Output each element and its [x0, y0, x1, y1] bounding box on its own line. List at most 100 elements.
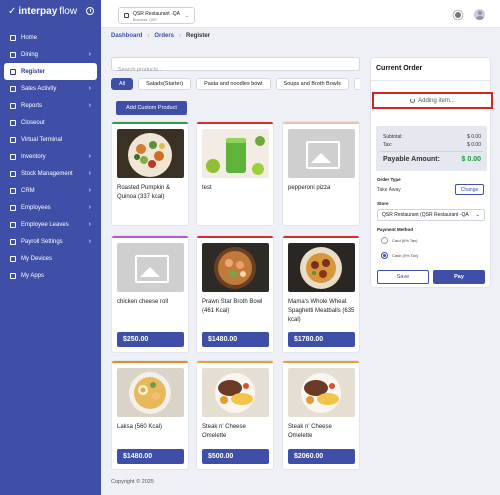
sidebar-item-employee-leaves[interactable]: Employee Leaves › [0, 216, 101, 233]
sidebar: ✓ interpay flow Home Dining › Register Sales… [0, 0, 101, 495]
laksa-photo [117, 368, 184, 417]
green-juice-photo [202, 129, 269, 178]
product-name: chicken cheese roll [117, 299, 169, 305]
pay-button[interactable]: Pay [433, 270, 485, 284]
copyright: Copyright © 2025 [111, 479, 154, 485]
sidebar-item-dining[interactable]: Dining › [0, 46, 101, 63]
devices-icon [10, 255, 16, 262]
product-name: Prawn Star Broth Bowl (461 Kcal) [202, 299, 263, 314]
breadcrumb-separator: › [147, 33, 150, 39]
sidebar-item-payroll-settings[interactable]: Payroll Settings › [0, 233, 101, 250]
product-price: $500.00 [202, 449, 269, 464]
add-custom-product-button[interactable]: Add Custom Product [116, 101, 187, 115]
sidebar-item-closeout[interactable]: Closeout [0, 114, 101, 131]
stock-management-icon [10, 170, 16, 177]
product-card-accent [112, 236, 188, 238]
sidebar-item-label: Virtual Terminal [21, 136, 63, 143]
store-icon [124, 13, 129, 18]
sidebar-item-crm[interactable]: CRM › [0, 182, 101, 199]
product-card[interactable]: Steak n' Cheese Omelette $2060.00 [282, 360, 360, 470]
brand-logo: ✓ interpay flow [8, 6, 77, 17]
category-tab[interactable]: Salads(Starter) [138, 78, 192, 90]
steak-omelette-photo [288, 368, 355, 417]
product-price: $1480.00 [202, 332, 269, 347]
sidebar-item-reports[interactable]: Reports › [0, 97, 101, 114]
category-tab[interactable]: All [111, 78, 134, 90]
product-name: Steak n' Cheese Omelette [288, 424, 332, 439]
sidebar-item-sales-activity[interactable]: Sales Activity › [0, 80, 101, 97]
chevron-right-icon: › [88, 187, 91, 194]
tax-value: $ 0.00 [467, 142, 481, 148]
store-label: Store [377, 201, 389, 206]
product-card[interactable]: Steak n' Cheese Omelette $500.00 [196, 360, 274, 470]
product-card-accent [112, 122, 188, 124]
product-card[interactable]: Laksa (560 Kcal) $1480.00 [111, 360, 189, 470]
sidebar-item-my-apps[interactable]: My Apps [0, 267, 101, 284]
spaghetti-photo [288, 243, 355, 292]
sidebar-item-label: Closeout [21, 119, 45, 126]
sidebar-item-label: Payroll Settings [21, 238, 63, 245]
product-card[interactable]: Roasted Pumpkin & Quinoa (337 kcal) [111, 121, 189, 226]
placeholder-image [117, 243, 184, 292]
chevron-right-icon: › [88, 221, 91, 228]
logo-mark-icon: ✓ [8, 5, 17, 17]
virtual-terminal-icon [10, 136, 16, 143]
sidebar-item-label: Dining [21, 51, 39, 58]
closeout-icon [10, 119, 16, 126]
sidebar-item-label: My Devices [21, 255, 53, 262]
product-card-accent [283, 361, 359, 363]
sidebar-item-virtual-terminal[interactable]: Virtual Terminal [0, 131, 101, 148]
product-card[interactable]: Mama's Whole Wheat Spaghetti Meatballs (… [282, 235, 360, 353]
payment-cash-radio[interactable] [381, 252, 388, 259]
category-tab[interactable]: Soups and Broth Bowls [275, 78, 349, 90]
product-name: pepperoni pizza [288, 185, 331, 191]
sidebar-item-label: Employees [21, 204, 51, 211]
adding-item-text: Adding item... [418, 97, 455, 104]
product-price: $2060.00 [288, 449, 355, 464]
sidebar-item-my-devices[interactable]: My Devices [0, 250, 101, 267]
payment-card-radio[interactable] [381, 237, 388, 244]
clock-icon[interactable] [86, 7, 94, 15]
store-dropdown-value: QSR Restaurant (QSR Restaurant -QA [382, 212, 469, 218]
sidebar-item-label: Reports [21, 102, 43, 109]
store-selector[interactable]: QSR Restaurant -QA Business: QSR ⌄ [118, 7, 195, 24]
employee-leaves-icon [10, 221, 16, 228]
sidebar-item-employees[interactable]: Employees › [0, 199, 101, 216]
category-tab[interactable]: Pizza [353, 78, 360, 90]
change-order-type-button[interactable]: Change [455, 184, 484, 195]
sidebar-item-home[interactable]: Home [0, 29, 101, 46]
sidebar-item-register[interactable]: Register [4, 63, 97, 80]
product-name: Mama's Whole Wheat Spaghetti Meatballs (… [288, 299, 355, 323]
order-totals: Subtotal: $ 0.00 Tax: $ 0.00 Payable Amo… [376, 126, 487, 171]
brand-name-bold: interpay [18, 6, 58, 17]
product-card[interactable]: pepperoni pizza [282, 121, 360, 226]
dining-icon [10, 51, 16, 58]
breadcrumb-dashboard[interactable]: Dashboard [111, 33, 142, 39]
product-card[interactable]: test [196, 121, 274, 226]
theme-toggle-sun-icon[interactable] [455, 12, 461, 18]
sidebar-item-label: CRM [21, 187, 35, 194]
breadcrumb-orders[interactable]: Orders [154, 33, 174, 39]
product-name: Roasted Pumpkin & Quinoa (337 kcal) [117, 185, 171, 200]
chevron-down-icon: ⌄ [184, 13, 189, 19]
product-name: Steak n' Cheese Omelette [202, 424, 246, 439]
product-card[interactable]: chicken cheese roll $250.00 [111, 235, 189, 353]
store-dropdown[interactable]: QSR Restaurant (QSR Restaurant -QA ⌄ [377, 209, 485, 221]
sidebar-item-inventory[interactable]: Inventory › [0, 148, 101, 165]
register-icon [10, 68, 16, 75]
payment-card-label: Card (6% Tax) [392, 238, 418, 243]
inventory-icon [10, 153, 16, 160]
chevron-right-icon: › [88, 85, 91, 92]
save-order-button[interactable]: Save [377, 270, 429, 284]
product-search-input[interactable] [112, 64, 359, 76]
home-icon [10, 34, 16, 41]
breadcrumb: Dashboard › Orders › Register [111, 33, 210, 39]
sidebar-item-stock-management[interactable]: Stock Management › [0, 165, 101, 182]
user-avatar-icon[interactable] [474, 9, 485, 20]
product-card[interactable]: Prawn Star Broth Bowl (461 Kcal) $1480.00 [196, 235, 274, 353]
payment-method-label: Payment Method [377, 227, 414, 232]
category-tab[interactable]: Pasta and noodles bowl [196, 78, 271, 90]
steak-omelette-photo [202, 368, 269, 417]
sidebar-nav: Home Dining › Register Sales Activity › Report… [0, 29, 101, 284]
sidebar-item-label: Employee Leaves [21, 221, 69, 228]
